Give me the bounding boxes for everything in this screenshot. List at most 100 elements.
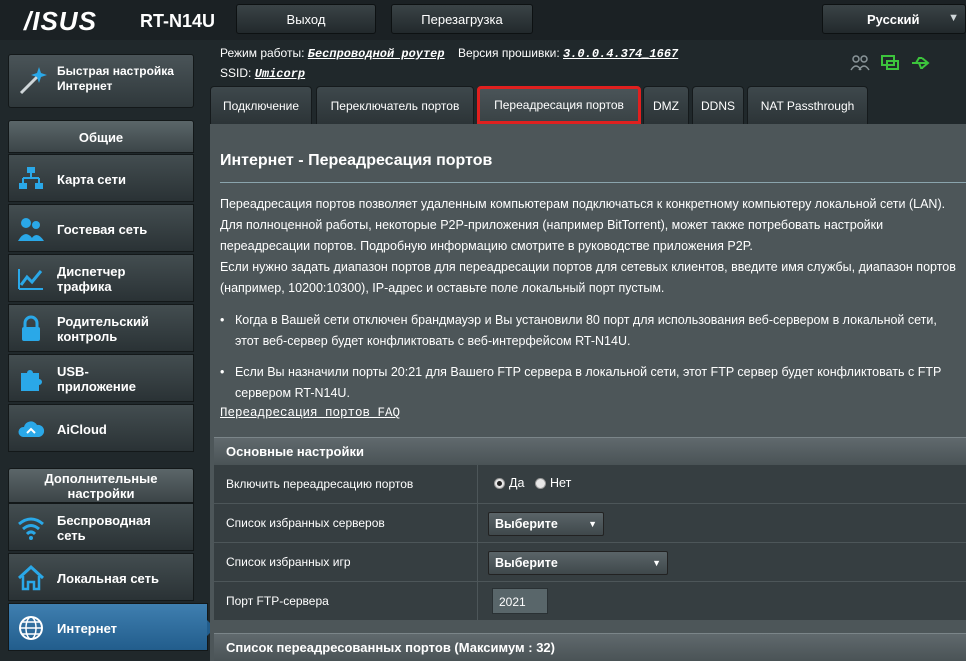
page-description: Переадресация портов позволяет удаленным… xyxy=(220,194,960,299)
reboot-button[interactable]: Перезагрузка xyxy=(391,4,533,34)
favorite-servers-value: Выберите xyxy=(495,517,558,531)
sidebar-item-label: USB- xyxy=(57,364,89,379)
usb-icon[interactable] xyxy=(910,54,932,72)
clients-icon[interactable] xyxy=(850,54,870,72)
chevron-down-icon: ▼ xyxy=(948,12,959,24)
router-model: RT-N14U xyxy=(140,11,216,31)
quick-setup-label-2: Интернет xyxy=(57,79,113,93)
home-icon xyxy=(17,564,45,591)
firmware-link[interactable]: 3.0.0.4.374_1667 xyxy=(563,47,678,61)
guest-users-icon xyxy=(18,218,44,241)
sidebar-item-parental-control[interactable]: Родительский контроль xyxy=(8,304,194,352)
tab-connection[interactable]: Подключение xyxy=(210,86,312,124)
favorite-games-label: Список избранных игр xyxy=(226,555,351,569)
favorite-games-value: Выберите xyxy=(495,556,558,570)
forwarded-ports-header: Список переадресованных портов (Максимум… xyxy=(214,633,966,661)
mode-link[interactable]: Беспроводной роутер xyxy=(308,47,445,61)
bullet-icon: • xyxy=(220,313,225,327)
favorite-servers-select[interactable]: Выберите ▼ xyxy=(488,512,604,536)
sidebar-item-label: Гостевая сеть xyxy=(57,222,148,237)
column-divider xyxy=(477,582,478,621)
sidebar-item-label-2: контроль xyxy=(57,329,118,344)
sidebar-item-wireless[interactable]: Беспроводная сеть xyxy=(8,503,194,551)
wifi-icon xyxy=(18,517,44,540)
firmware-label: Версия прошивки: xyxy=(457,46,560,60)
language-value: Русский xyxy=(867,12,920,27)
main-panel: Интернет - Переадресация портов Переадре… xyxy=(210,124,966,661)
basic-settings-header: Основные настройки xyxy=(214,437,966,465)
column-divider xyxy=(477,543,478,582)
sidebar: Быстрая настройка Интернет Общие Карта с… xyxy=(0,40,215,661)
network-map-icon xyxy=(19,167,43,189)
internet-status-icon[interactable] xyxy=(880,54,900,72)
sidebar-item-network-map[interactable]: Карта сети xyxy=(8,154,194,202)
tab-dmz[interactable]: DMZ xyxy=(643,86,689,124)
column-divider xyxy=(477,504,478,543)
description-paragraph-1: Переадресация портов позволяет удаленным… xyxy=(220,197,946,253)
globe-icon xyxy=(19,616,43,640)
sidebar-item-label: Диспетчер xyxy=(57,264,126,279)
sidebar-item-label-2: приложение xyxy=(57,379,136,394)
ftp-port-row: Порт FTP-сервера 2021 xyxy=(214,582,966,621)
sidebar-item-label: Родительский xyxy=(57,314,149,329)
sidebar-item-label-2: трафика xyxy=(57,279,112,294)
column-divider xyxy=(477,465,478,504)
note-text: Если Вы назначили порты 20:21 для Вашего… xyxy=(235,365,942,400)
status-icons xyxy=(850,54,932,72)
ssid-line: SSID: Umicorp xyxy=(220,66,305,81)
enable-forwarding-label: Включить переадресацию портов xyxy=(226,477,414,491)
no-label: Нет xyxy=(550,476,572,490)
yes-label: Да xyxy=(509,476,525,490)
puzzle-icon xyxy=(21,370,42,391)
mode-label: Режим работы: xyxy=(220,46,305,60)
sidebar-item-usb-application[interactable]: USB- приложение xyxy=(8,354,194,402)
logout-button[interactable]: Выход xyxy=(236,4,376,34)
ftp-port-label: Порт FTP-сервера xyxy=(226,594,329,608)
sidebar-item-lan[interactable]: Локальная сеть xyxy=(8,553,194,601)
favorite-servers-row: Список избранных серверов Выберите ▼ xyxy=(214,504,966,543)
ssid-link[interactable]: Umicorp xyxy=(255,67,305,81)
sidebar-item-aicloud[interactable]: AiCloud xyxy=(8,404,194,452)
sidebar-item-label: Интернет xyxy=(57,621,118,636)
sidebar-item-label: Карта сети xyxy=(57,172,126,187)
chevron-down-icon: ▼ xyxy=(588,519,597,529)
ftp-port-input[interactable]: 2021 xyxy=(492,588,548,614)
tab-ddns[interactable]: DDNS xyxy=(692,86,744,124)
asus-logo: /ISUS xyxy=(24,6,97,36)
sidebar-item-label: Беспроводная xyxy=(57,513,151,528)
operation-mode: Режим работы: Беспроводной роутер Версия… xyxy=(220,46,678,61)
language-select[interactable]: Русский ▼ xyxy=(822,4,966,34)
ssid-label: SSID: xyxy=(220,66,252,80)
quick-setup-label: Быстрая настройка xyxy=(57,64,174,78)
favorite-servers-label: Список избранных серверов xyxy=(226,516,385,530)
description-paragraph-2: Если нужно задать диапазон портов для пе… xyxy=(220,260,956,295)
sidebar-item-guest-network[interactable]: Гостевая сеть xyxy=(8,204,194,252)
magic-wand-icon xyxy=(19,67,47,95)
sidebar-item-label: Локальная сеть xyxy=(57,571,159,586)
page-title: Интернет - Переадресация портов xyxy=(220,152,493,169)
quick-setup-button[interactable]: Быстрая настройка Интернет xyxy=(8,54,194,108)
title-divider xyxy=(220,182,966,183)
advanced-header-line2: настройки xyxy=(67,486,135,501)
bullet-icon: • xyxy=(220,365,225,379)
lock-icon xyxy=(22,315,40,341)
faq-link[interactable]: Переадресация портов FAQ xyxy=(220,406,400,420)
traffic-chart-icon xyxy=(18,269,43,290)
general-header: Общие xyxy=(8,120,194,153)
enable-yes-radio[interactable] xyxy=(494,478,505,489)
advanced-header-line1: Дополнительные xyxy=(44,471,158,486)
favorite-games-row: Список избранных игр Выберите ▼ xyxy=(214,543,966,582)
enable-forwarding-row: Включить переадресацию портов Да Нет xyxy=(214,465,966,504)
sidebar-item-label-2: сеть xyxy=(57,528,86,543)
chevron-down-icon: ▼ xyxy=(652,558,661,568)
tab-port-switch[interactable]: Переключатель портов xyxy=(316,86,474,124)
tab-port-forwarding[interactable]: Переадресация портов xyxy=(477,86,641,124)
sidebar-item-internet[interactable]: Интернет xyxy=(8,603,215,651)
sidebar-item-traffic-manager[interactable]: Диспетчер трафика xyxy=(8,254,194,302)
enable-no-radio[interactable] xyxy=(535,478,546,489)
note-text: Когда в Вашей сети отключен брандмауэр и… xyxy=(235,313,937,348)
advanced-header: Дополнительные настройки xyxy=(8,468,194,503)
favorite-games-select[interactable]: Выберите ▼ xyxy=(488,551,668,575)
tab-nat-passthrough[interactable]: NAT Passthrough xyxy=(747,86,868,124)
sidebar-item-label: AiCloud xyxy=(57,422,107,437)
